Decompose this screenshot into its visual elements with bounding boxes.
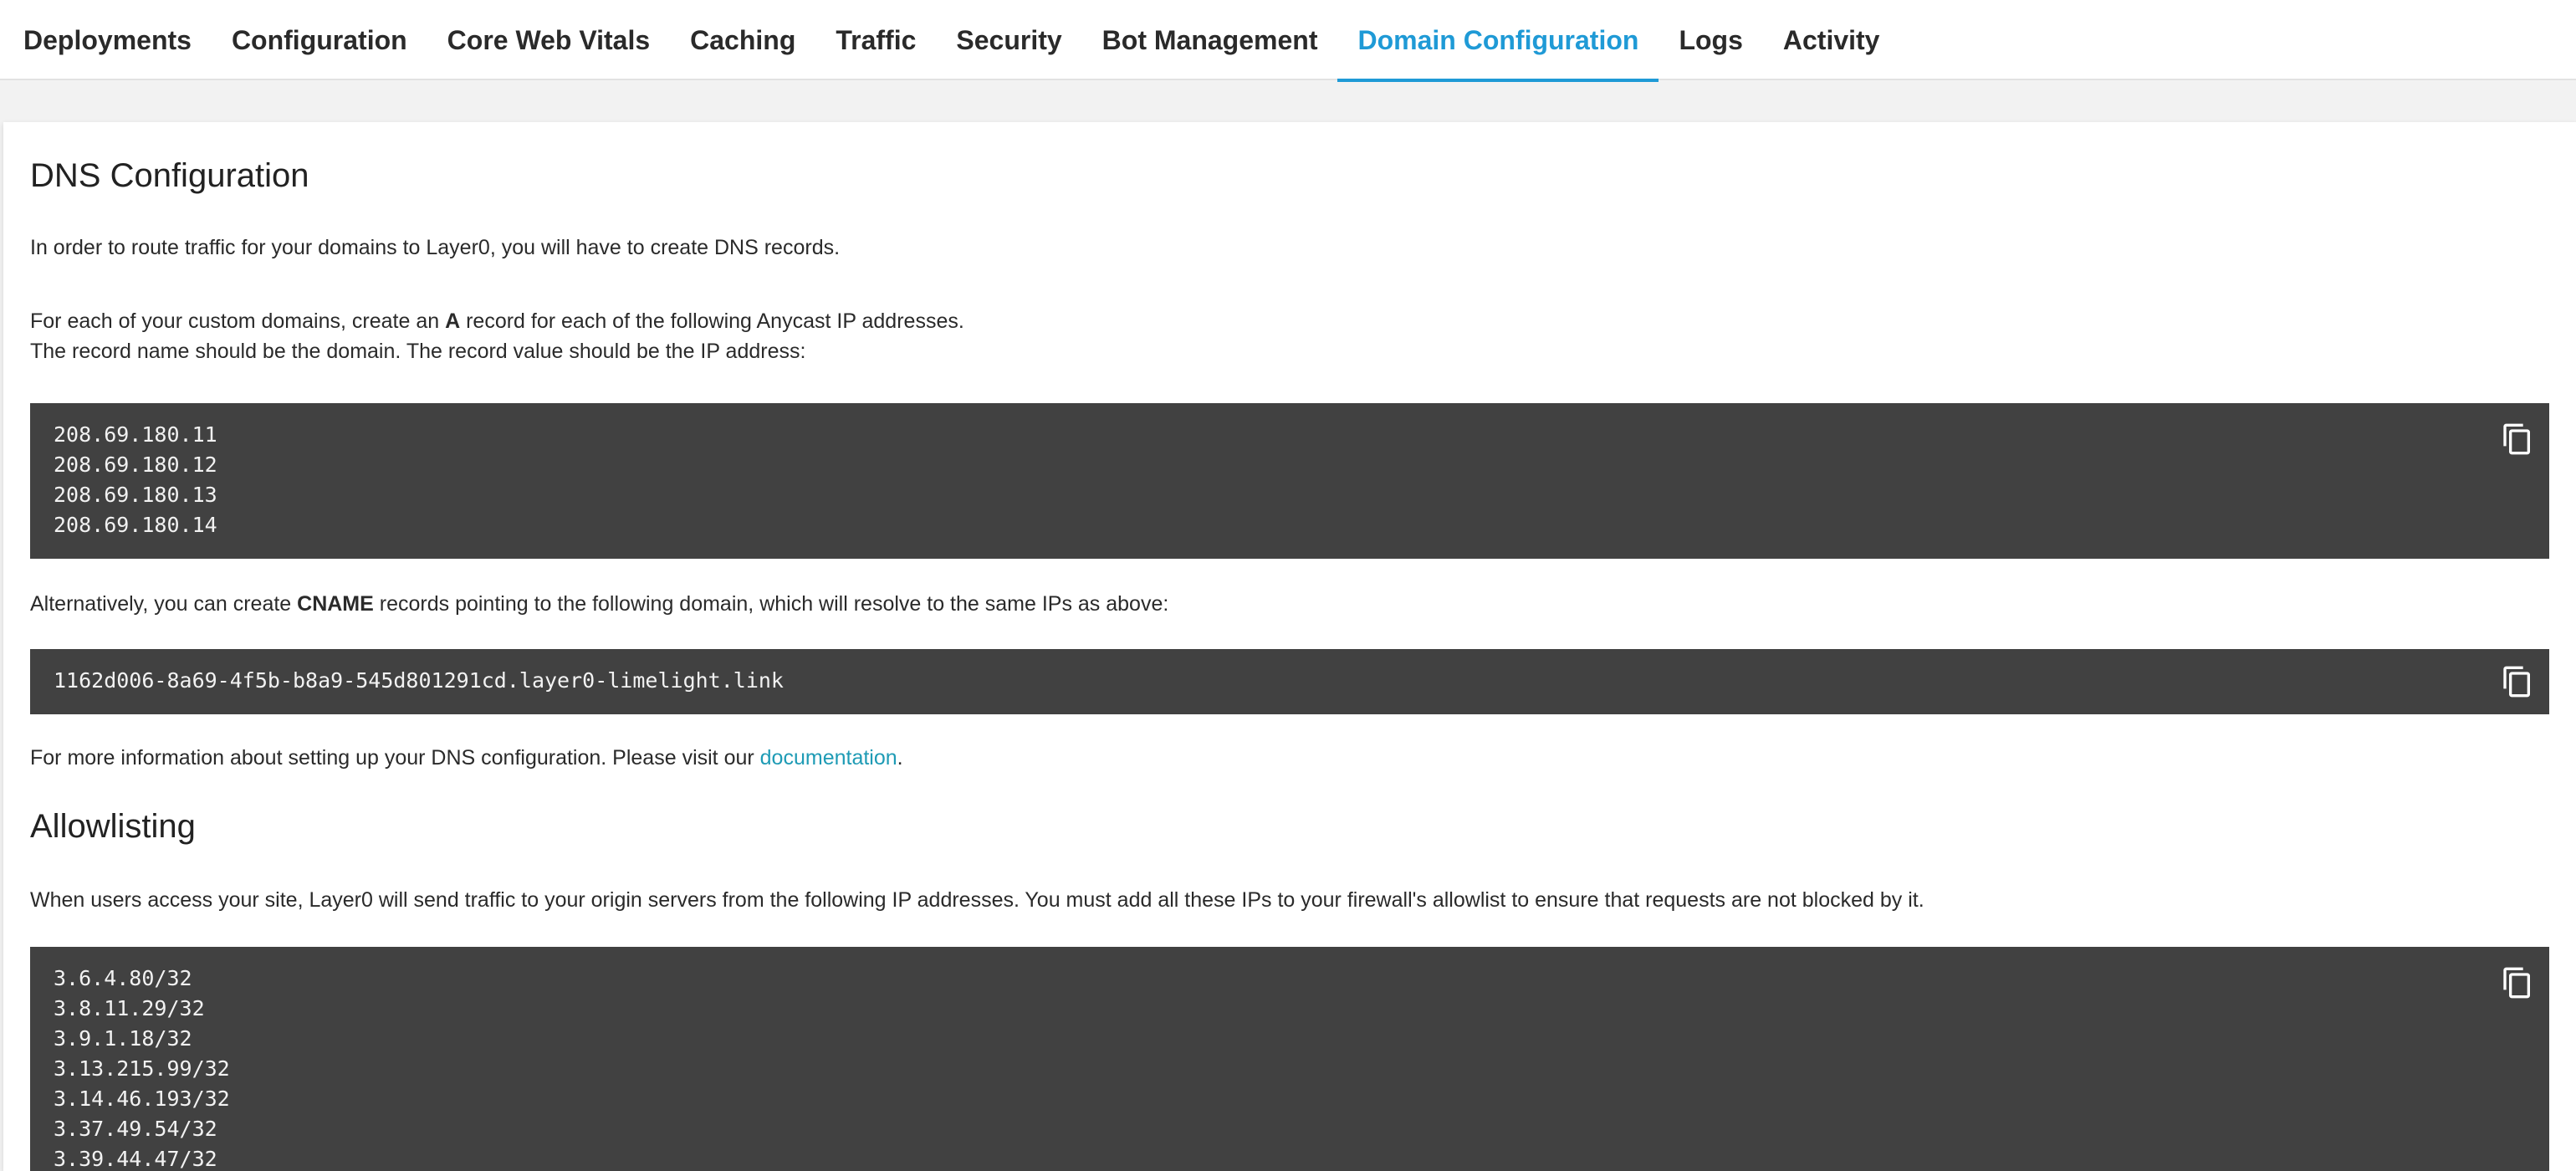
- a-record-text-pre: For each of your custom domains, create …: [30, 309, 446, 333]
- cname-code-block: 1162d006-8a69-4f5b-b8a9-545d801291cd.lay…: [30, 649, 2549, 714]
- cname-text: Alternatively, you can create CNAME reco…: [30, 589, 1168, 619]
- copy-allowlist-ips-button[interactable]: [2501, 965, 2534, 1000]
- allowlist-ip: 3.9.1.18/32: [54, 1026, 192, 1051]
- cname-text-pre: Alternatively, you can create: [30, 592, 298, 616]
- anycast-ip: 208.69.180.12: [54, 453, 217, 477]
- tab-configuration[interactable]: Configuration: [212, 0, 427, 80]
- allowlisting-heading: Allowlisting: [30, 808, 196, 845]
- a-record-text: For each of your custom domains, create …: [30, 306, 964, 336]
- tab-domain-configuration[interactable]: Domain Configuration: [1337, 0, 1659, 82]
- tab-bar: Deployments Configuration Core Web Vital…: [0, 0, 2576, 82]
- allowlist-ip: 3.13.215.99/32: [54, 1056, 230, 1081]
- anycast-ip: 208.69.180.13: [54, 483, 217, 507]
- copy-anycast-ips-button[interactable]: [2501, 422, 2534, 457]
- copy-icon: [2503, 967, 2530, 999]
- allowlist-ip: 3.8.11.29/32: [54, 996, 205, 1020]
- allowlist-ip: 3.37.49.54/32: [54, 1117, 217, 1141]
- dns-configuration-heading: DNS Configuration: [30, 157, 309, 194]
- copy-icon: [2503, 423, 2530, 455]
- tab-traffic[interactable]: Traffic: [815, 0, 936, 80]
- copy-icon: [2503, 666, 2530, 698]
- allowlist-ip: 3.14.46.193/32: [54, 1087, 230, 1111]
- anycast-ip: 208.69.180.14: [54, 513, 217, 537]
- tab-logs[interactable]: Logs: [1659, 0, 1762, 80]
- allowlist-ip-code-block: 3.6.4.80/32 3.8.11.29/32 3.9.1.18/32 3.1…: [30, 947, 2549, 1171]
- copy-cname-button[interactable]: [2501, 664, 2534, 699]
- tab-caching[interactable]: Caching: [670, 0, 815, 80]
- allowlist-ip: 3.39.44.47/32: [54, 1147, 217, 1171]
- tab-activity[interactable]: Activity: [1763, 0, 1900, 80]
- dns-intro-text: In order to route traffic for your domai…: [30, 236, 841, 259]
- cname-value: 1162d006-8a69-4f5b-b8a9-545d801291cd.lay…: [54, 668, 784, 693]
- allowlist-ip: 3.6.4.80/32: [54, 966, 192, 990]
- documentation-link[interactable]: documentation: [760, 746, 897, 770]
- domain-configuration-card: DNS Configuration In order to route traf…: [3, 122, 2576, 1171]
- tab-bot-management[interactable]: Bot Management: [1082, 0, 1338, 80]
- anycast-ip-code-block: 208.69.180.11 208.69.180.12 208.69.180.1…: [30, 403, 2549, 559]
- tab-core-web-vitals[interactable]: Core Web Vitals: [427, 0, 670, 80]
- more-info-text: For more information about setting up yo…: [30, 743, 903, 773]
- cname-text-post: records pointing to the following domain…: [373, 592, 1169, 616]
- more-info-pre: For more information about setting up yo…: [30, 746, 760, 770]
- tab-deployments[interactable]: Deployments: [3, 0, 212, 80]
- cname-record-type: CNAME: [297, 592, 374, 616]
- more-info-post: .: [897, 746, 903, 770]
- allowlisting-description: When users access your site, Layer0 will…: [30, 888, 1924, 912]
- record-name-text: The record name should be the domain. Th…: [30, 340, 806, 363]
- anycast-ip: 208.69.180.11: [54, 422, 217, 447]
- tab-security[interactable]: Security: [936, 0, 1081, 80]
- a-record-text-post: record for each of the following Anycast…: [460, 309, 964, 333]
- a-record-type: A: [445, 309, 461, 333]
